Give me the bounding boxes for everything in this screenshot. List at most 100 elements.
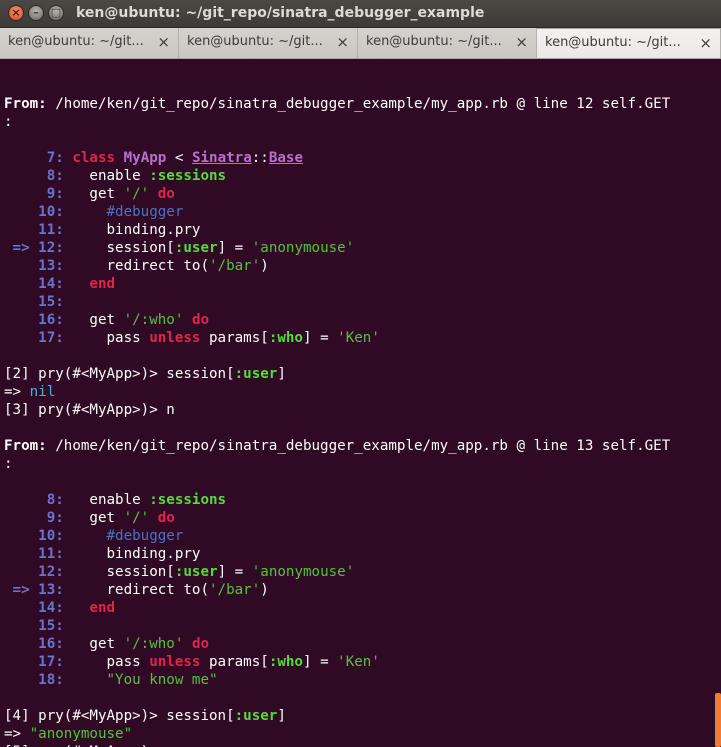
terminal-text: '/': [123, 186, 150, 202]
terminal-text: get: [72, 186, 124, 202]
terminal-text: redirect to(: [72, 582, 210, 598]
terminal-text: /home/ken/git_repo/sinatra_debugger_exam…: [46, 96, 671, 112]
terminal-line: => 12: session[:user] = 'anonymouse': [4, 239, 721, 257]
terminal-text: 17:: [4, 330, 73, 346]
terminal-text: :user: [234, 708, 278, 724]
tab-4-active[interactable]: ken@ubuntu: ~/git... ×: [537, 28, 721, 58]
terminal-line: 8: enable :sessions: [4, 167, 721, 185]
terminal-text: 16:: [4, 312, 73, 328]
tab-close-icon[interactable]: ×: [336, 33, 349, 51]
terminal-text: get: [72, 312, 124, 328]
terminal-text: session[: [72, 564, 175, 580]
terminal-text: ): [260, 258, 269, 274]
terminal-text: =>: [4, 726, 30, 742]
terminal-text: #debugger: [106, 204, 184, 220]
terminal-text: binding.pry: [72, 546, 201, 562]
terminal-text: '/bar': [209, 582, 261, 598]
terminal-text: do: [157, 510, 175, 526]
terminal-text: :who: [268, 330, 303, 346]
terminal-text: get: [72, 636, 124, 652]
tab-close-icon[interactable]: ×: [699, 34, 712, 52]
terminal-text: binding.pry: [72, 222, 201, 238]
terminal-line: [5] pry(#<MyApp>)>: [4, 743, 721, 747]
terminal-text: pass: [72, 330, 150, 346]
terminal-text: #debugger: [106, 528, 184, 544]
terminal-text: 15:: [4, 294, 73, 310]
terminal-text: 'anonymouse': [251, 240, 355, 256]
terminal-text: 'anonymouse': [251, 564, 355, 580]
tab-2[interactable]: ken@ubuntu: ~/git... ×: [179, 28, 358, 58]
terminal-line: [2] pry(#<MyApp>)> session[:user]: [4, 365, 721, 383]
terminal-line: 17: pass unless params[:who] = 'Ken': [4, 329, 721, 347]
terminal-text: ]: [277, 366, 286, 382]
terminal-line: 12: session[:user] = 'anonymouse': [4, 563, 721, 581]
terminal-text: 14:: [4, 600, 73, 616]
window-close-button[interactable]: ×: [8, 5, 24, 21]
terminal-line: 14: end: [4, 599, 721, 617]
tab-label: ken@ubuntu: ~/git...: [187, 34, 323, 49]
terminal-line: 7: class MyApp < Sinatra::Base: [4, 149, 721, 167]
terminal-text: :sessions: [149, 168, 227, 184]
terminal-text: 13:: [4, 258, 73, 274]
terminal-line: 17: pass unless params[:who] = 'Ken': [4, 653, 721, 671]
window-maximize-button[interactable]: □: [48, 5, 64, 21]
terminal-text: :user: [174, 240, 218, 256]
terminal-text: [3] pry(#<MyApp>)> n: [4, 402, 175, 418]
terminal-text: end: [89, 600, 116, 616]
terminal-text: do: [157, 186, 175, 202]
terminal-text: 18:: [4, 672, 73, 688]
title-bar[interactable]: × – □ ken@ubuntu: ~/git_repo/sinatra_deb…: [0, 0, 721, 28]
terminal-text: 14:: [4, 276, 73, 292]
terminal-text: do: [191, 312, 210, 328]
terminal-text: nil: [29, 384, 56, 400]
terminal-line: 16: get '/:who' do: [4, 311, 721, 329]
terminal-line: => "anonymouse": [4, 725, 721, 743]
terminal-text: class: [72, 150, 116, 166]
terminal-line: :: [4, 113, 721, 131]
terminal-text: From:: [4, 96, 47, 112]
terminal-text: 16:: [4, 636, 73, 652]
tab-bar: ken@ubuntu: ~/git... × ken@ubuntu: ~/git…: [0, 28, 721, 59]
terminal-text: ::: [251, 150, 269, 166]
tab-close-icon[interactable]: ×: [515, 33, 528, 51]
terminal-line: 8: enable :sessions: [4, 491, 721, 509]
tab-close-icon[interactable]: ×: [157, 33, 170, 51]
scrollbar-thumb[interactable]: [715, 693, 721, 747]
window-minimize-button[interactable]: –: [28, 5, 44, 21]
terminal-text: do: [191, 636, 210, 652]
terminal-text: 'Ken': [337, 330, 380, 346]
terminal-line: 9: get '/' do: [4, 185, 721, 203]
terminal-text: :: [4, 456, 13, 472]
terminal-text: 9:: [4, 186, 73, 202]
terminal-line: 11: binding.pry: [4, 545, 721, 563]
terminal-text: enable: [72, 168, 150, 184]
terminal-output[interactable]: From: /home/ken/git_repo/sinatra_debugge…: [0, 60, 721, 747]
terminal-text: params[: [200, 654, 269, 670]
terminal-text: =>: [4, 384, 30, 400]
terminal-line: 15:: [4, 617, 721, 635]
terminal-text: Sinatra: [191, 150, 252, 166]
tab-3[interactable]: ken@ubuntu: ~/git... ×: [358, 28, 537, 58]
terminal-text: ] =: [217, 240, 252, 256]
terminal-text: 'Ken': [337, 654, 380, 670]
terminal-text: ] =: [302, 330, 338, 346]
terminal-line: 10: #debugger: [4, 203, 721, 221]
tab-1[interactable]: ken@ubuntu: ~/git... ×: [0, 28, 179, 58]
terminal-text: ]: [277, 708, 286, 724]
terminal-line: 13: redirect to('/bar'): [4, 257, 721, 275]
terminal-line: [4] pry(#<MyApp>)> session[:user]: [4, 707, 721, 725]
terminal-text: :sessions: [149, 492, 227, 508]
terminal-text: :: [4, 114, 13, 130]
terminal-text: unless: [149, 330, 201, 346]
terminal-text: 8:: [4, 168, 73, 184]
terminal-line: 10: #debugger: [4, 527, 721, 545]
terminal-line: 9: get '/' do: [4, 509, 721, 527]
